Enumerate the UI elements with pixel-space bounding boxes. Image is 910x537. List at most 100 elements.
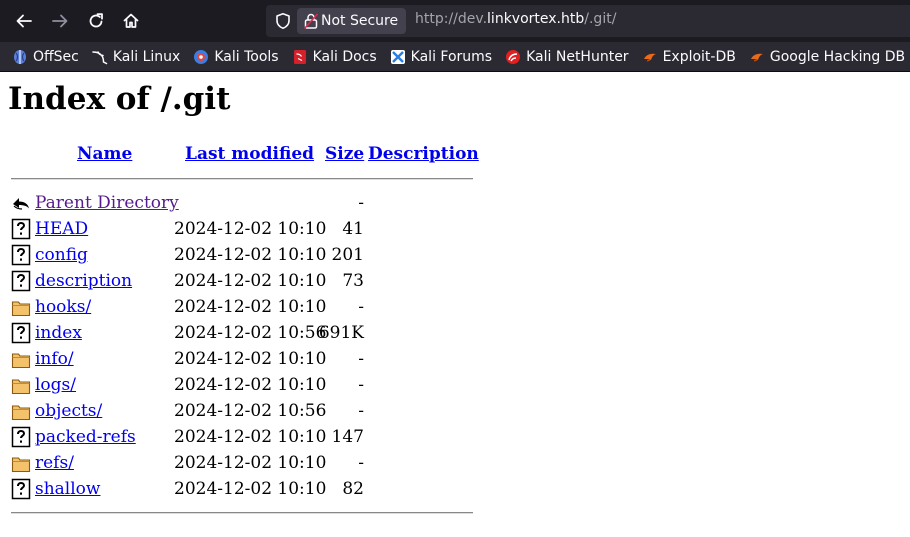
table-row: HEAD 2024-12-02 10:10 41 [0,217,480,243]
unknown-file-icon [11,270,31,292]
kali-tools-icon [194,49,209,64]
ghdb-icon [750,53,763,62]
bookmark-kali-forums[interactable]: Kali Forums [390,49,492,65]
offsec-icon [14,49,26,64]
column-header-name[interactable]: Name [77,144,132,166]
back-button[interactable] [11,8,37,34]
bookmark-label: Kali NetHunter [526,48,629,65]
url-bar[interactable]: Not Secure http://dev.linkvortex.htb/.gi… [266,5,910,37]
table-row: description 2024-12-02 10:10 73 [0,269,480,295]
table-row: logs/2024-12-02 10:10 - [0,373,480,399]
sort-by-description-link[interactable]: Description [368,144,479,164]
entry-link[interactable]: HEAD [35,219,88,239]
bookmark-kali-linux[interactable]: Kali Linux [92,49,180,65]
entry-link[interactable]: description [35,271,132,291]
last-modified: 2024-12-02 10:10 [174,219,327,239]
entry-link[interactable]: shallow [35,479,100,499]
last-modified: 2024-12-02 10:10 [174,427,327,447]
table-row: index 2024-12-02 10:56 691K [0,321,480,347]
url-path: /.git/ [584,11,617,27]
bookmark-label: Kali Docs [312,48,377,65]
file-size: 82 [342,479,364,499]
url-prefix: http://dev. [415,11,488,27]
security-indicator[interactable]: Not Secure [297,8,407,34]
file-size: - [358,401,364,421]
column-header-last-modified[interactable]: Last modified [185,144,314,166]
last-modified: 2024-12-02 10:10 [174,271,327,291]
kali-forums-icon [390,49,405,64]
unknown-file-icon [11,244,31,266]
column-header-description[interactable]: Description [368,144,479,166]
unknown-file-icon [11,218,31,240]
kali-dragon-icon [92,50,108,64]
last-modified: 2024-12-02 10:10 [174,245,327,265]
entry-link[interactable]: info/ [35,349,74,369]
folder-icon [11,379,31,395]
file-size: 201 [331,245,364,265]
bookmark-label: Google Hacking DB [769,48,906,65]
entry-link[interactable]: refs/ [35,453,74,473]
header-divider [11,178,473,180]
home-icon [123,13,139,28]
last-modified: 2024-12-02 10:56 [174,401,327,421]
sort-by-last-modified-link[interactable]: Last modified [185,144,314,164]
footer-divider [11,512,473,514]
unknown-file-icon [11,322,31,344]
last-modified: 2024-12-02 10:56 [174,323,327,343]
entry-link[interactable]: packed-refs [35,427,136,447]
unknown-file-icon [11,478,31,500]
file-size: 73 [342,271,364,291]
page-title: Index of /.git [8,81,231,117]
table-row: info/2024-12-02 10:10 - [0,347,480,373]
table-row: shallow 2024-12-02 10:10 82 [0,477,480,503]
entry-link[interactable]: config [35,245,88,265]
entry-link[interactable]: hooks/ [35,297,91,317]
kali-nethunter-icon [506,49,521,64]
bookmark-google-hacking-db[interactable]: Google Hacking DB [749,49,905,65]
file-size: - [358,375,364,395]
table-row: objects/2024-12-02 10:56 - [0,399,480,425]
file-size: - [358,349,364,369]
table-row: config 2024-12-02 10:10 201 [0,243,480,269]
file-size: 41 [342,219,364,239]
bookmark-exploit-db[interactable]: Exploit-DB [642,49,736,65]
bookmark-label: Kali Forums [410,48,493,65]
bookmark-label: Kali Linux [112,48,181,65]
folder-icon [11,405,31,421]
file-size: 691K [318,323,364,343]
page-content: Index of /.git Name Last modified Size D… [0,73,910,537]
kali-docs-icon [293,49,306,64]
bookmarks-toolbar: OffSec Kali Linux Kali Tools Kali Docs K… [0,42,910,72]
bookmark-offsec[interactable]: OffSec [12,49,79,65]
sort-by-name-link[interactable]: Name [77,144,132,164]
entry-link[interactable]: index [35,323,82,343]
bookmark-kali-nethunter[interactable]: Kali NetHunter [505,48,629,65]
url-text[interactable]: http://dev.linkvortex.htb/.git/ [415,11,616,27]
column-header-size[interactable]: Size [325,144,364,166]
last-modified: 2024-12-02 10:10 [174,479,327,499]
bookmark-kali-tools[interactable]: Kali Tools [193,48,279,65]
unknown-file-icon [11,426,31,448]
file-size: - [358,193,364,213]
entry-link[interactable]: objects/ [35,401,102,421]
bookmark-label: Exploit-DB [662,48,736,65]
reload-button[interactable] [83,8,109,34]
table-row: packed-refs 2024-12-02 10:10 147 [0,425,480,451]
entry-link[interactable]: logs/ [35,375,76,395]
last-modified: 2024-12-02 10:10 [174,375,327,395]
browser-toolbar: Not Secure http://dev.linkvortex.htb/.gi… [0,0,910,42]
home-button[interactable] [118,8,144,34]
tracking-protection-shield-icon[interactable] [274,12,292,30]
folder-icon [11,457,31,473]
sort-by-size-link[interactable]: Size [325,144,364,164]
bookmark-label: Kali Tools [214,48,279,65]
back-folder-icon [13,198,29,210]
parent-directory-link[interactable]: Parent Directory [35,193,179,213]
file-size: - [358,297,364,317]
folder-icon [11,353,31,369]
forward-button[interactable] [47,8,73,34]
bookmark-kali-docs[interactable]: Kali Docs [292,49,377,65]
url-host: linkvortex.htb [487,11,585,27]
last-modified: 2024-12-02 10:10 [174,297,327,317]
back-arrow-icon [16,14,32,28]
